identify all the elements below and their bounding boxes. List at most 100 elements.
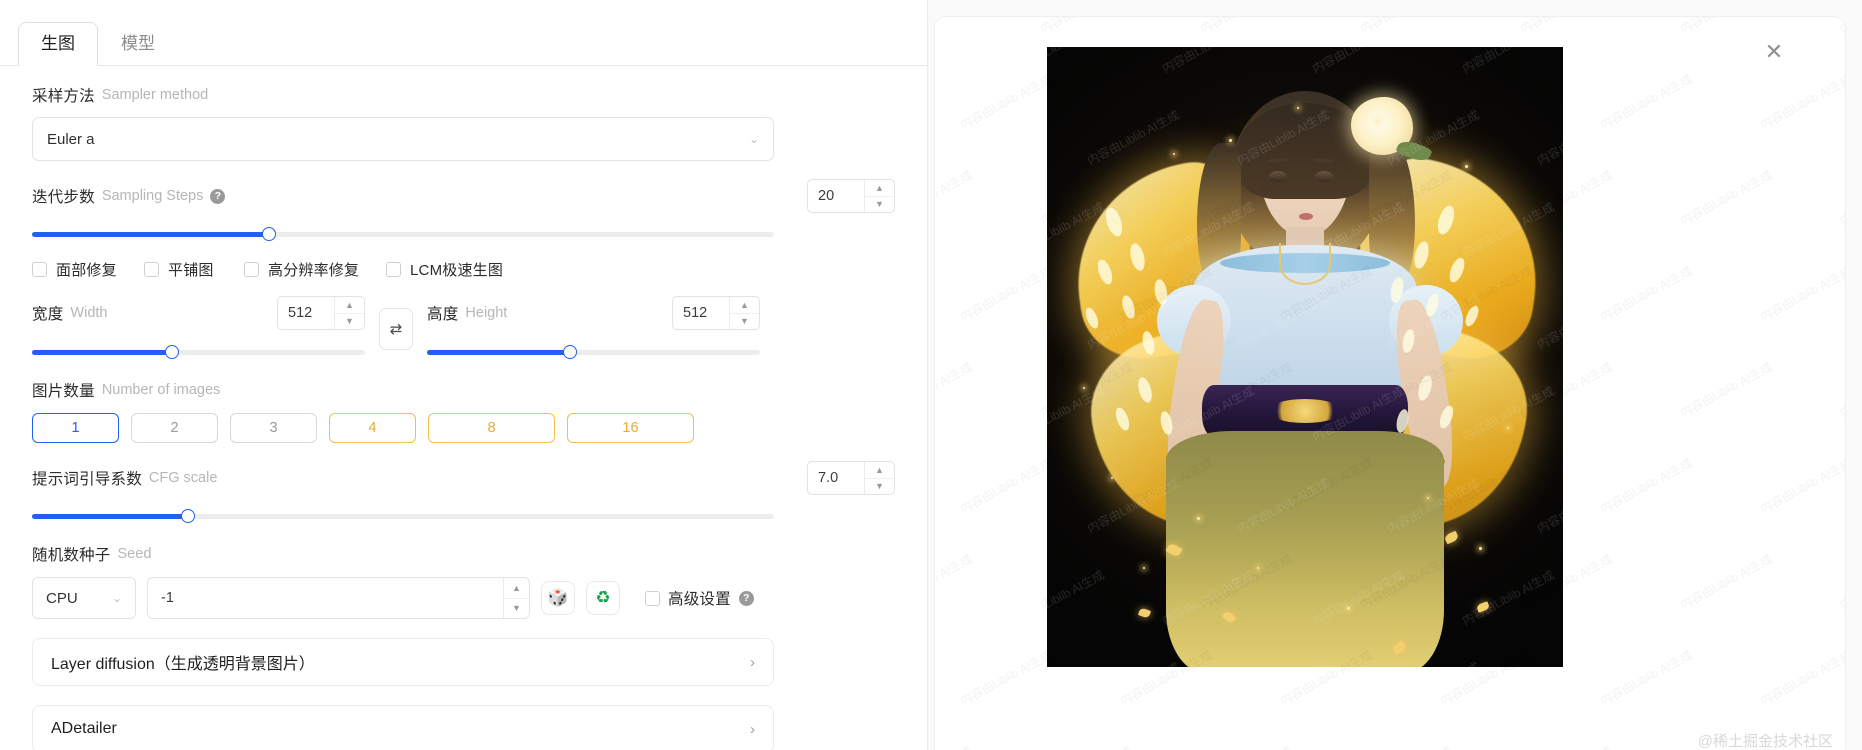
steps-label-en: Sampling Steps: [101, 188, 204, 204]
advanced-settings-checkbox[interactable]: 高级设置 ?: [645, 587, 754, 609]
chevron-up-icon[interactable]: ▲: [865, 180, 894, 197]
seed-label-en: Seed: [117, 546, 152, 562]
preview-card: ✕ 内容由Liblib AI生成 内容由Liblib AI生成 内容由Liblib …: [934, 16, 1846, 750]
chevron-up-icon[interactable]: ▲: [335, 297, 364, 314]
eye-right: [1315, 171, 1333, 182]
help-icon[interactable]: ?: [210, 188, 226, 204]
steps-stepper[interactable]: ▲ ▼: [864, 180, 894, 212]
chevron-down-icon[interactable]: ▼: [335, 314, 364, 330]
num-images-option-2[interactable]: 2: [131, 413, 218, 443]
swap-dimensions-button[interactable]: ⇄: [379, 308, 413, 350]
cfg-slider[interactable]: [32, 507, 774, 525]
height-slider[interactable]: [427, 343, 760, 361]
checkbox-box-icon[interactable]: [144, 262, 159, 277]
sparkle: [1173, 153, 1175, 155]
cfg-stepper[interactable]: ▲ ▼: [864, 462, 894, 494]
seed-device-select[interactable]: CPU ⌄: [32, 577, 136, 619]
height-number-input[interactable]: ▲ ▼: [672, 296, 760, 330]
tab-bar: 生图 模型: [0, 0, 927, 66]
height-label-en: Height: [465, 305, 508, 321]
checkbox-hires-fix[interactable]: 高分辨率修复: [244, 259, 386, 280]
random-seed-button[interactable]: 🎲: [541, 581, 575, 615]
steps-input-field[interactable]: [808, 180, 864, 212]
accordion-title: ADetailer: [51, 720, 117, 737]
cfg-label-cn: 提示词引导系数: [32, 471, 142, 488]
slider-knob[interactable]: [180, 509, 195, 523]
sparkle: [1347, 607, 1350, 610]
slider-knob[interactable]: [262, 227, 277, 241]
chevron-down-icon[interactable]: ▼: [865, 197, 894, 213]
settings-body: 采样方法 Sampler method Euler a ⌄ 迭代步数 Sampl…: [0, 66, 927, 750]
num-images-label: 图片数量 Number of images: [32, 379, 895, 401]
slider-fill: [32, 513, 188, 519]
checkbox-face-restore[interactable]: 面部修复: [32, 259, 144, 280]
tab-generate[interactable]: 生图: [18, 22, 98, 66]
checkbox-box-icon[interactable]: [645, 590, 660, 606]
sampler-select[interactable]: Euler a ⌄: [32, 117, 774, 161]
belt-ornament: [1268, 399, 1342, 423]
num-images-option-8[interactable]: 8: [428, 413, 555, 443]
cfg-label-en: CFG scale: [148, 470, 218, 486]
height-input-field[interactable]: [673, 297, 729, 329]
steps-number-input[interactable]: ▲ ▼: [807, 179, 895, 213]
checkbox-box-icon[interactable]: [386, 262, 401, 277]
seed-value-input[interactable]: ▲ ▼: [147, 577, 530, 619]
generated-image[interactable]: 内容由Liblib AI生成内容由Liblib AI生成内容由Liblib AI…: [1047, 47, 1563, 667]
checkbox-label: 平铺图: [168, 262, 214, 279]
seed-input-field[interactable]: [148, 590, 503, 606]
chevron-up-icon[interactable]: ▲: [865, 462, 894, 479]
num-images-option-3[interactable]: 3: [230, 413, 317, 443]
slider-knob[interactable]: [164, 345, 179, 359]
chevron-down-icon[interactable]: ▼: [504, 599, 529, 619]
width-stepper[interactable]: ▲ ▼: [334, 297, 364, 329]
checkbox-box-icon[interactable]: [32, 262, 47, 277]
chevron-down-icon[interactable]: ▼: [730, 314, 759, 330]
num-images-option-4[interactable]: 4: [329, 413, 416, 443]
width-input-field[interactable]: [278, 297, 334, 329]
illustration: [1047, 47, 1563, 667]
help-icon[interactable]: ?: [738, 590, 754, 606]
seed-stepper[interactable]: ▲ ▼: [503, 578, 529, 618]
num-images-label-en: Number of images: [101, 382, 221, 398]
cfg-label: 提示词引导系数 CFG scale: [32, 467, 217, 489]
width-slider[interactable]: [32, 343, 365, 361]
seed-label-cn: 随机数种子: [32, 547, 111, 564]
width-label-cn: 宽度: [32, 306, 64, 323]
chevron-down-icon[interactable]: ▼: [865, 479, 894, 495]
checkbox-lcm[interactable]: LCM极速生图: [386, 259, 503, 280]
accordion-adetailer[interactable]: ADetailer ›: [32, 705, 774, 750]
corner-watermark: @稀土掘金技术社区: [1697, 733, 1833, 750]
sampler-label-en: Sampler method: [101, 87, 209, 103]
checkbox-tiling[interactable]: 平铺图: [144, 259, 244, 280]
height-label: 高度 Height: [427, 302, 507, 324]
sparkle: [1465, 165, 1468, 168]
checkbox-label: 高分辨率修复: [268, 262, 360, 279]
chevron-down-icon: ⌄: [748, 132, 759, 146]
sparkle: [1427, 497, 1429, 499]
slider-fill: [427, 349, 571, 355]
chevron-up-icon[interactable]: ▲: [504, 578, 529, 599]
tab-model[interactable]: 模型: [98, 22, 178, 65]
num-images-option-1[interactable]: 1: [32, 413, 119, 443]
checkbox-box-icon[interactable]: [244, 262, 259, 277]
steps-slider[interactable]: [32, 225, 774, 243]
slider-knob[interactable]: [563, 345, 578, 359]
cfg-number-input[interactable]: ▲ ▼: [807, 461, 895, 495]
cfg-input-field[interactable]: [808, 462, 864, 494]
close-icon[interactable]: ✕: [1761, 39, 1787, 65]
preview-panel: ✕ 内容由Liblib AI生成 内容由Liblib AI生成 内容由Liblib …: [928, 0, 1862, 750]
chevron-up-icon[interactable]: ▲: [730, 297, 759, 314]
height-stepper[interactable]: ▲ ▼: [729, 297, 759, 329]
num-images-label-cn: 图片数量: [32, 383, 95, 400]
height-header: 高度 Height ▲ ▼: [427, 296, 760, 330]
sampler-label-cn: 采样方法: [32, 88, 95, 105]
reuse-seed-button[interactable]: ♻: [586, 581, 620, 615]
height-label-cn: 高度: [427, 306, 459, 323]
tab-generate-label: 生图: [41, 34, 75, 53]
num-images-option-16[interactable]: 16: [567, 413, 694, 443]
seed-label: 随机数种子 Seed: [32, 543, 895, 565]
accordion-layer-diffusion[interactable]: Layer diffusion（生成透明背景图片） ›: [32, 638, 774, 686]
width-number-input[interactable]: ▲ ▼: [277, 296, 365, 330]
height-group: 高度 Height ▲ ▼: [427, 296, 760, 361]
option-label: 2: [170, 420, 179, 436]
